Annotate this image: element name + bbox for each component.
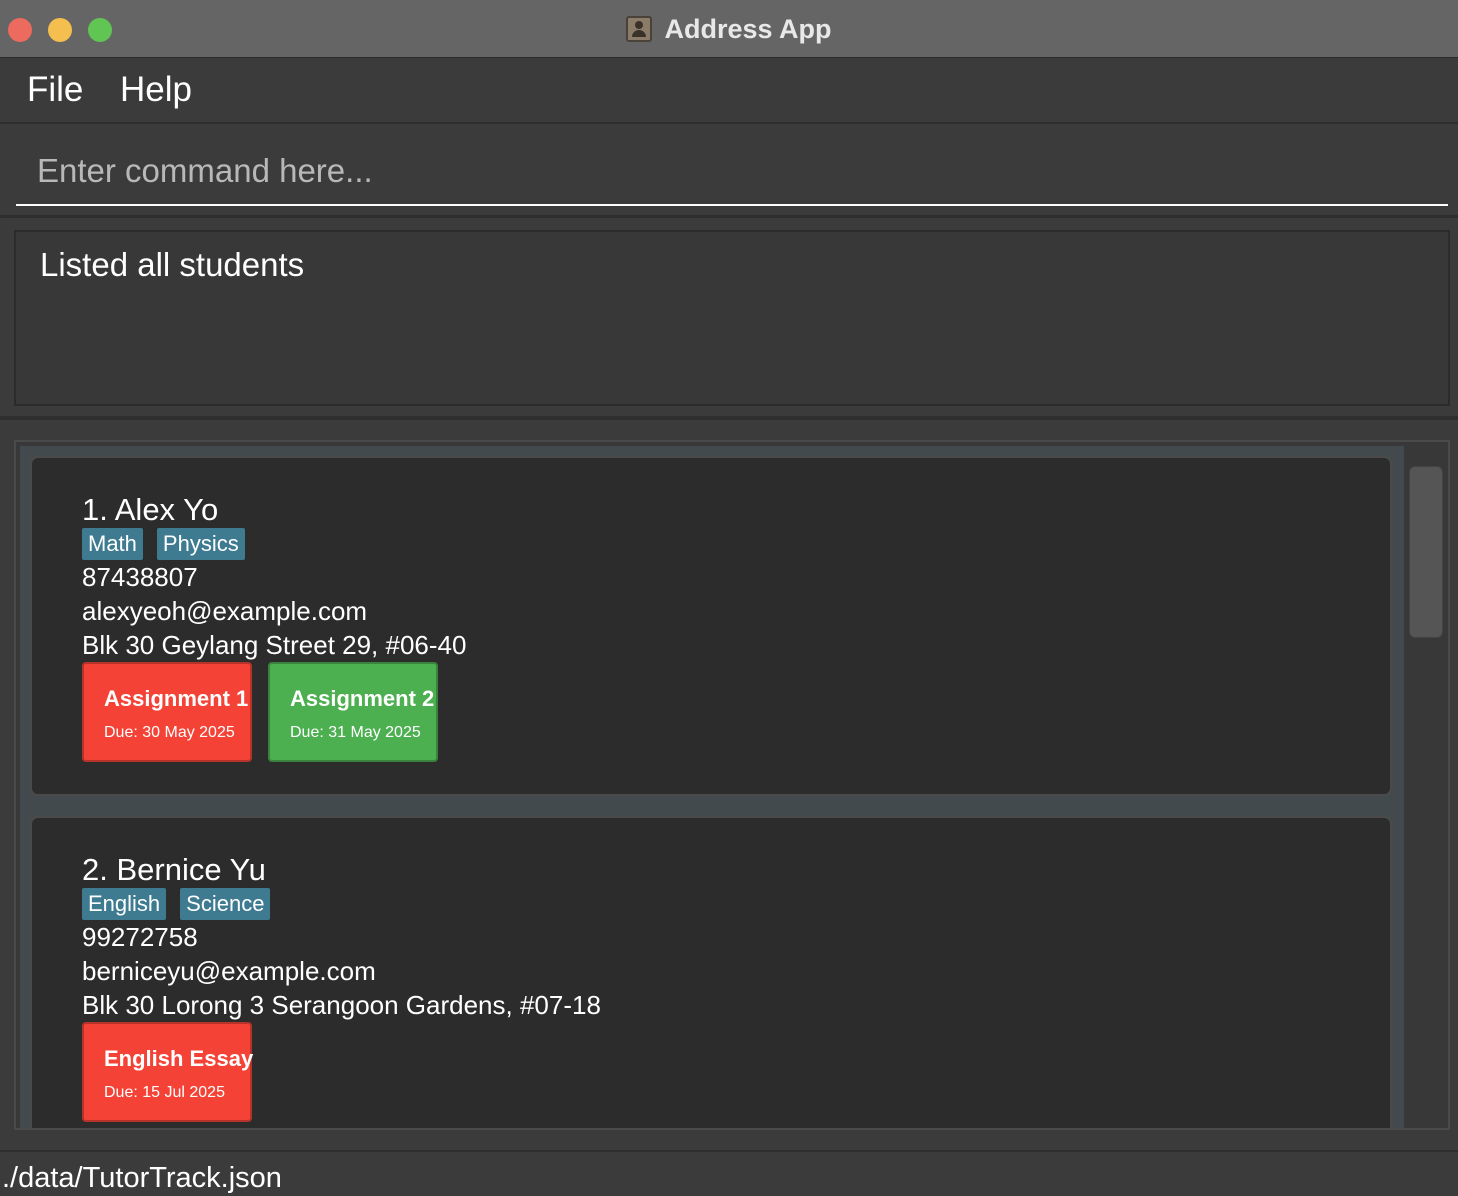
- student-email: berniceyu@example.com: [82, 956, 376, 986]
- assignment-due-date: Due: 31 May 2025: [290, 724, 421, 741]
- result-message: Listed all students: [40, 246, 305, 283]
- window-title-group: Address App: [0, 0, 1458, 58]
- assignment-title: Assignment 2: [290, 686, 435, 711]
- subject-tag: Math: [82, 528, 143, 560]
- assignment-title: English Essay: [104, 1046, 254, 1071]
- result-display: Listed all students: [14, 230, 1450, 406]
- window-title: Address App: [664, 13, 832, 44]
- menu-bar: File Help: [0, 58, 1458, 124]
- student-card[interactable]: 2. Bernice Yu English Science 99272758 b…: [30, 816, 1392, 1128]
- subject-tag: Science: [180, 888, 271, 920]
- title-bar: Address App: [0, 0, 1458, 58]
- command-input[interactable]: [16, 138, 1448, 206]
- menu-help[interactable]: Help: [120, 70, 192, 110]
- student-list: 1. Alex Yo Math Physics 87438807 alexyeo…: [20, 446, 1404, 1128]
- student-address: Blk 30 Lorong 3 Serangoon Gardens, #07-1…: [82, 990, 601, 1020]
- student-name: 2. Bernice Yu: [82, 852, 266, 887]
- assignment-due-date: Due: 15 Jul 2025: [104, 1084, 225, 1101]
- assignment-card: Assignment 1 Due: 30 May 2025: [82, 662, 252, 762]
- subject-tags: English Science: [82, 888, 271, 920]
- address-book-icon: [626, 16, 653, 42]
- student-phone: 87438807: [82, 562, 198, 592]
- assignment-list: English Essay Due: 15 Jul 2025: [82, 1022, 254, 1122]
- assignment-due-date: Due: 30 May 2025: [104, 724, 235, 741]
- assignment-card: Assignment 2 Due: 31 May 2025: [268, 662, 438, 762]
- student-phone: 99272758: [82, 922, 198, 952]
- assignment-list: Assignment 1 Due: 30 May 2025 Assignment…: [82, 662, 438, 762]
- scrollbar-thumb[interactable]: [1409, 466, 1443, 638]
- app-window: Address App File Help Listed all student…: [0, 0, 1458, 1196]
- subject-tags: Math Physics: [82, 528, 245, 560]
- assignment-title: Assignment 1: [104, 686, 249, 711]
- student-card[interactable]: 1. Alex Yo Math Physics 87438807 alexyeo…: [30, 456, 1392, 796]
- panel-divider[interactable]: [0, 416, 1458, 420]
- status-bar: ./data/TutorTrack.json: [0, 1150, 1458, 1196]
- student-address: Blk 30 Geylang Street 29, #06-40: [82, 630, 467, 660]
- student-email: alexyeoh@example.com: [82, 596, 368, 626]
- command-box: [0, 126, 1458, 218]
- menu-file[interactable]: File: [27, 70, 83, 110]
- save-file-path: ./data/TutorTrack.json: [2, 1162, 282, 1194]
- subject-tag: English: [82, 888, 167, 920]
- student-name: 1. Alex Yo: [82, 492, 219, 527]
- student-list-panel: 1. Alex Yo Math Physics 87438807 alexyeo…: [14, 440, 1450, 1130]
- subject-tag: Physics: [156, 528, 245, 560]
- assignment-card: English Essay Due: 15 Jul 2025: [82, 1022, 254, 1122]
